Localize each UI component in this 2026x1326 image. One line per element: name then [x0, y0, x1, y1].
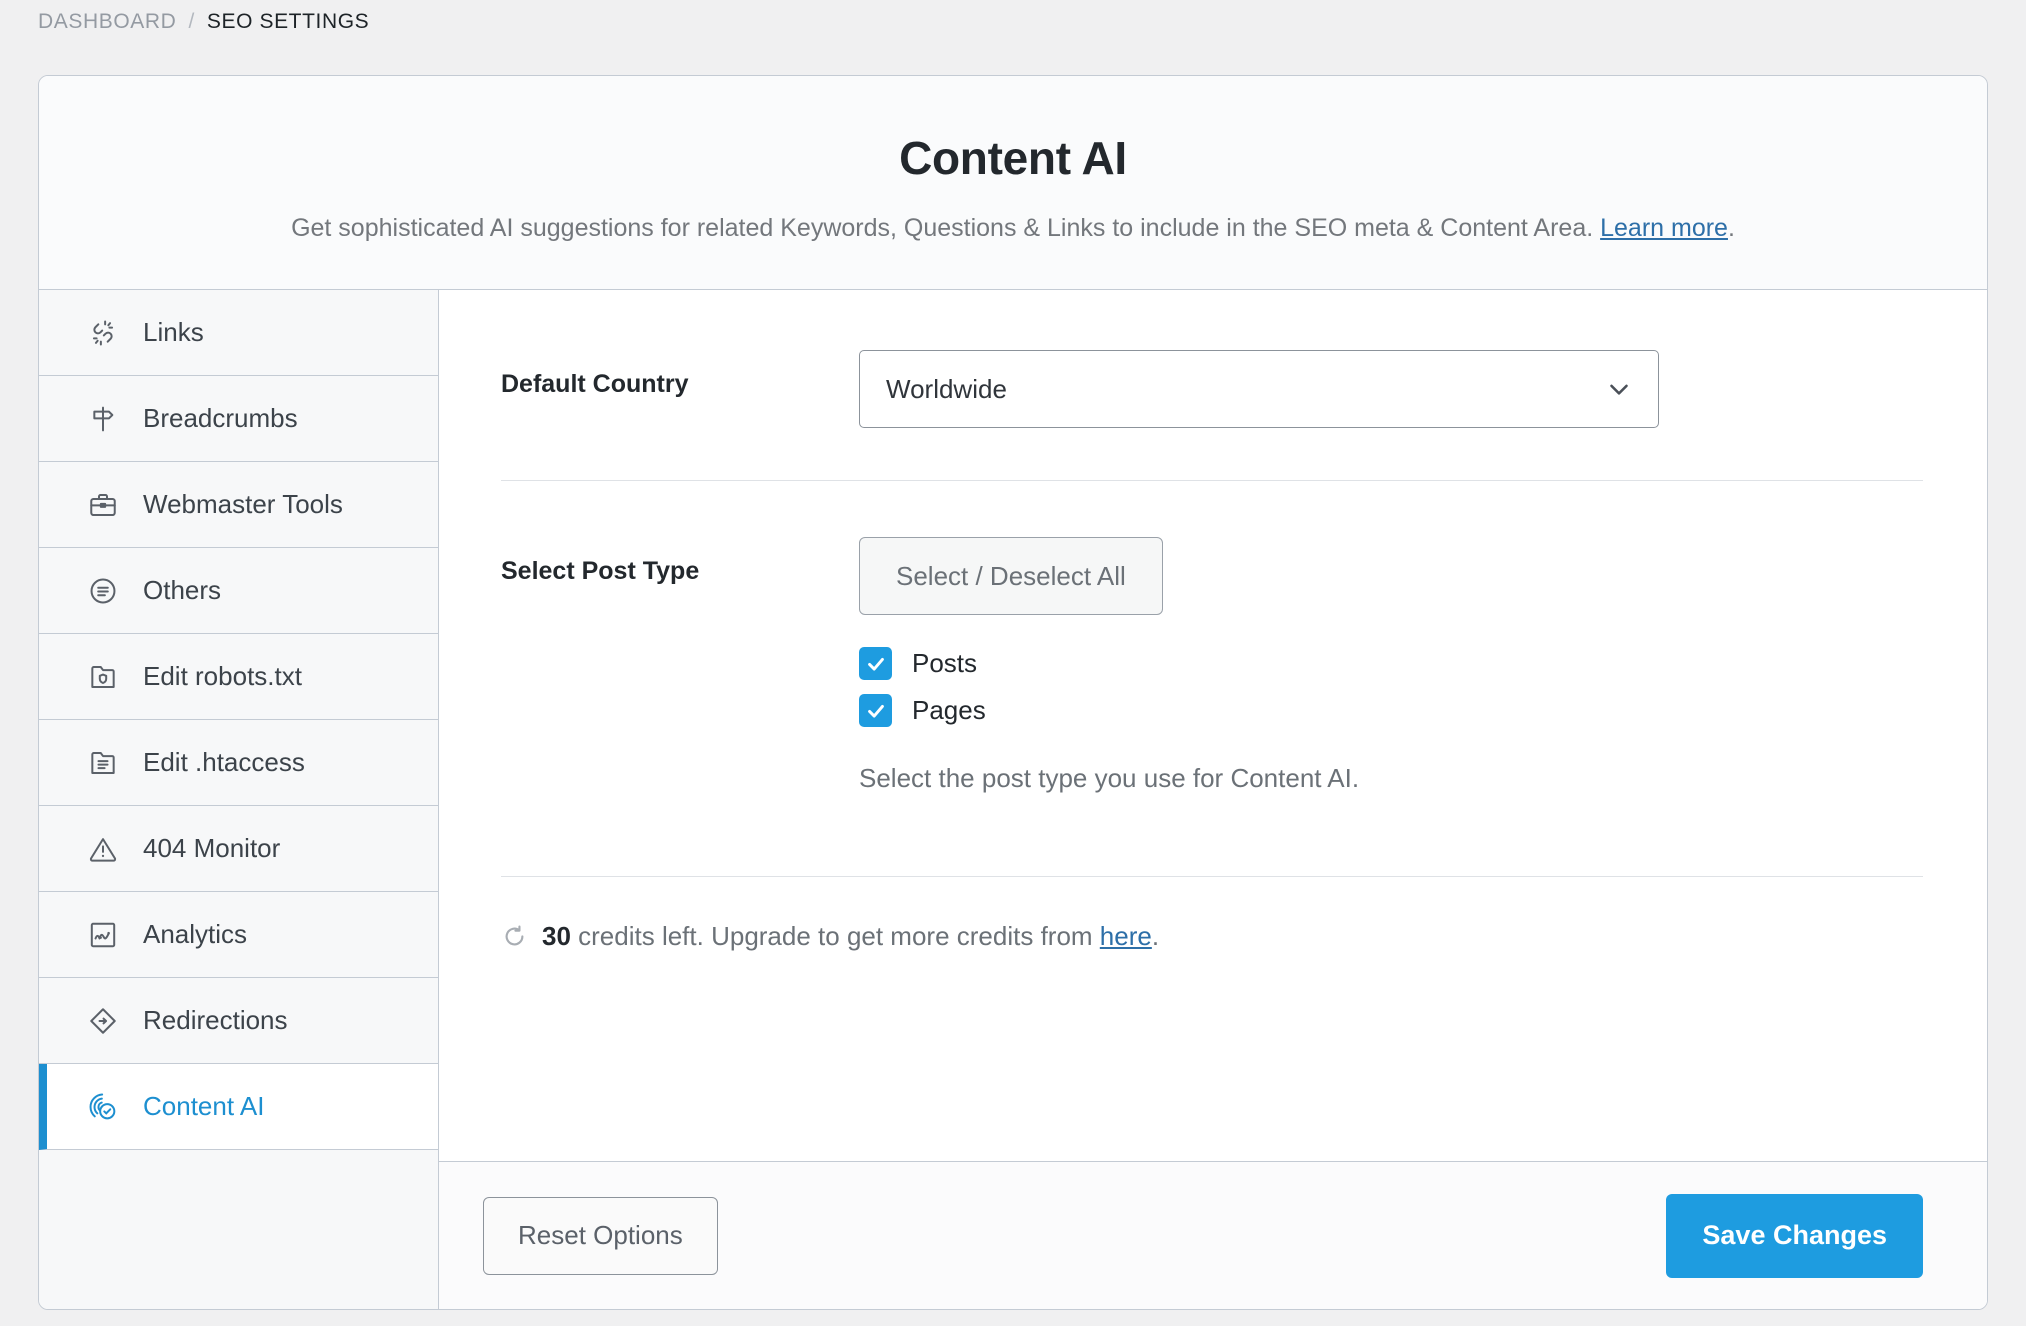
folder-lines-icon — [85, 745, 121, 781]
select-deselect-all-button[interactable]: Select / Deselect All — [859, 537, 1163, 615]
list-circle-icon — [85, 573, 121, 609]
fingerprint-check-icon — [85, 1089, 121, 1125]
panel-content: Default Country Worldwide Select Post Ty… — [439, 290, 1987, 1161]
checkbox-label: Pages — [912, 695, 986, 725]
sidebar-item-label: 404 Monitor — [143, 833, 281, 863]
sidebar-item-content-ai[interactable]: Content AI — [39, 1064, 438, 1150]
sidebar-item-edit-robots[interactable]: Edit robots.txt — [39, 634, 438, 720]
post-type-checkbox-list: Posts Pages — [859, 647, 1923, 727]
credits-text: 30 credits left. Upgrade to get more cre… — [542, 921, 1159, 952]
sidebar-item-label: Redirections — [143, 1005, 288, 1035]
sidebar-item-label: Edit .htaccess — [143, 747, 305, 777]
refresh-icon[interactable] — [501, 923, 528, 950]
credits-text-after: . — [1151, 921, 1160, 951]
sidebar-item-label: Breadcrumbs — [143, 403, 298, 433]
credits-row: 30 credits left. Upgrade to get more cre… — [501, 877, 1923, 952]
sidebar-item-edit-htaccess[interactable]: Edit .htaccess — [39, 720, 438, 806]
post-type-label: Select Post Type — [501, 557, 700, 585]
card-header: Content AI Get sophisticated AI suggesti… — [39, 76, 1987, 290]
breadcrumb-dashboard[interactable]: DASHBOARD — [38, 8, 176, 36]
warning-triangle-icon — [85, 831, 121, 867]
sidebar-item-label: Links — [143, 317, 204, 347]
checkbox-pages[interactable] — [859, 694, 892, 727]
diamond-arrow-icon — [85, 1003, 121, 1039]
settings-panel: Default Country Worldwide Select Post Ty… — [439, 290, 1987, 1309]
broken-link-icon — [85, 315, 121, 351]
sidebar-item-label: Content AI — [143, 1091, 265, 1121]
sidebar-item-404-monitor[interactable]: 404 Monitor — [39, 806, 438, 892]
field-post-type: Select Post Type Select / Deselect All P… — [501, 481, 1923, 846]
checkbox-row-posts[interactable]: Posts — [859, 647, 1923, 680]
breadcrumb-current: SEO SETTINGS — [206, 10, 370, 33]
post-type-helper-text: Select the post type you use for Content… — [859, 763, 1360, 793]
settings-card: Content AI Get sophisticated AI suggesti… — [38, 75, 1988, 1310]
checkbox-label: Posts — [912, 648, 978, 678]
folder-shield-icon — [85, 659, 121, 695]
default-country-label: Default Country — [501, 370, 689, 398]
sidebar-item-analytics[interactable]: Analytics — [39, 892, 438, 978]
panel-footer: Reset Options Save Changes — [439, 1161, 1987, 1309]
sidebar-item-webmaster-tools[interactable]: Webmaster Tools — [39, 462, 438, 548]
chevron-down-icon — [1604, 374, 1634, 404]
sidebar-item-label: Analytics — [143, 919, 248, 949]
checkbox-posts[interactable] — [859, 647, 892, 680]
card-body: Links Breadcrumbs Webmaster Tools Others… — [39, 290, 1987, 1309]
settings-sidebar: Links Breadcrumbs Webmaster Tools Others… — [39, 290, 439, 1309]
breadcrumb: DASHBOARD / SEO SETTINGS — [38, 8, 369, 36]
sidebar-item-links[interactable]: Links — [39, 290, 438, 376]
sidebar-item-others[interactable]: Others — [39, 548, 438, 634]
sidebar-item-label: Webmaster Tools — [143, 489, 343, 519]
default-country-select[interactable]: Worldwide — [859, 350, 1659, 428]
signpost-icon — [85, 401, 121, 437]
chart-square-icon — [85, 917, 121, 953]
page-description-text: Get sophisticated AI suggestions for rel… — [291, 214, 1601, 242]
page-description-suffix: . — [1727, 214, 1735, 242]
reset-options-button[interactable]: Reset Options — [483, 1196, 718, 1275]
page-description: Get sophisticated AI suggestions for rel… — [79, 211, 1947, 245]
sidebar-item-label: Others — [143, 575, 222, 605]
save-changes-button[interactable]: Save Changes — [1666, 1193, 1923, 1278]
field-default-country: Default Country Worldwide — [501, 350, 1923, 480]
checkbox-row-pages[interactable]: Pages — [859, 694, 1923, 727]
credits-count: 30 — [542, 921, 571, 951]
default-country-value: Worldwide — [886, 373, 1007, 404]
page-title: Content AI — [899, 132, 1127, 184]
briefcase-icon — [85, 487, 121, 523]
post-type-control: Select / Deselect All Posts Pages Select… — [859, 537, 1923, 794]
default-country-control: Worldwide — [859, 350, 1923, 428]
sidebar-item-label: Edit robots.txt — [143, 661, 302, 691]
breadcrumb-separator: / — [188, 10, 195, 33]
sidebar-item-breadcrumbs[interactable]: Breadcrumbs — [39, 376, 438, 462]
credits-text-before: credits left. Upgrade to get more credit… — [570, 921, 1100, 951]
credits-here-link[interactable]: here — [1100, 921, 1152, 951]
sidebar-item-redirections[interactable]: Redirections — [39, 978, 438, 1064]
learn-more-link[interactable]: Learn more — [1600, 214, 1728, 242]
